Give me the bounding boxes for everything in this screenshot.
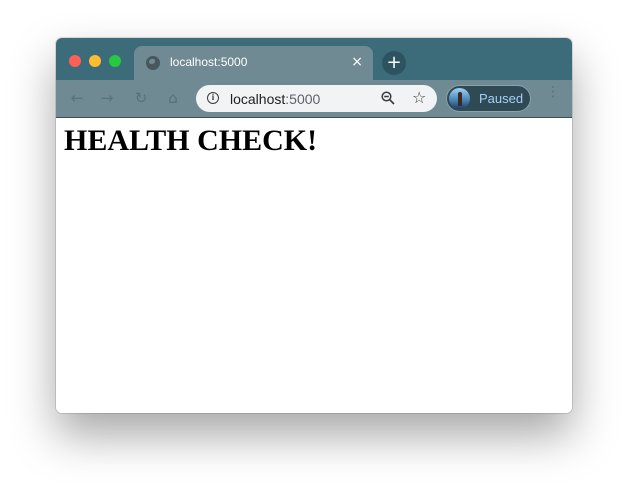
back-arrow-icon[interactable]: ← — [68, 89, 86, 107]
minimize-window-button[interactable] — [89, 55, 101, 67]
maximize-window-button[interactable] — [109, 55, 121, 67]
url-host: localhost — [230, 91, 286, 107]
avatar — [449, 88, 470, 109]
bookmark-star-icon[interactable]: ☆ — [412, 89, 426, 107]
title-bar: localhost:5000 × + — [56, 38, 572, 80]
zoom-out-icon[interactable] — [381, 91, 395, 105]
site-info-icon[interactable]: i — [207, 92, 219, 104]
profile-status-label: Paused — [479, 91, 524, 106]
profile-button[interactable]: Paused — [446, 85, 531, 112]
address-bar[interactable]: i localhost:5000 ☆ — [196, 85, 437, 112]
tab-localhost[interactable]: localhost:5000 × — [134, 46, 373, 80]
globe-icon — [146, 56, 160, 70]
url-text[interactable]: localhost:5000 — [230, 91, 320, 107]
browser-toolbar: ← → ↻ ⌂ i localhost:5000 ☆ Paused ⋮ — [56, 80, 572, 118]
tab-title: localhost:5000 — [170, 55, 248, 69]
home-icon[interactable]: ⌂ — [164, 89, 182, 107]
url-port: :5000 — [285, 91, 321, 107]
kebab-menu-icon[interactable]: ⋮ — [546, 85, 560, 107]
tab-close-icon[interactable]: × — [351, 53, 363, 71]
forward-arrow-icon[interactable]: → — [98, 89, 116, 107]
browser-window: localhost:5000 × + ← → ↻ ⌂ i localhost:5… — [56, 38, 572, 413]
page-heading: HEALTH CHECK! — [64, 124, 318, 157]
close-window-button[interactable] — [69, 55, 81, 67]
page-content: HEALTH CHECK! — [56, 118, 572, 413]
new-tab-button[interactable]: + — [382, 51, 406, 75]
reload-icon[interactable]: ↻ — [132, 89, 150, 107]
